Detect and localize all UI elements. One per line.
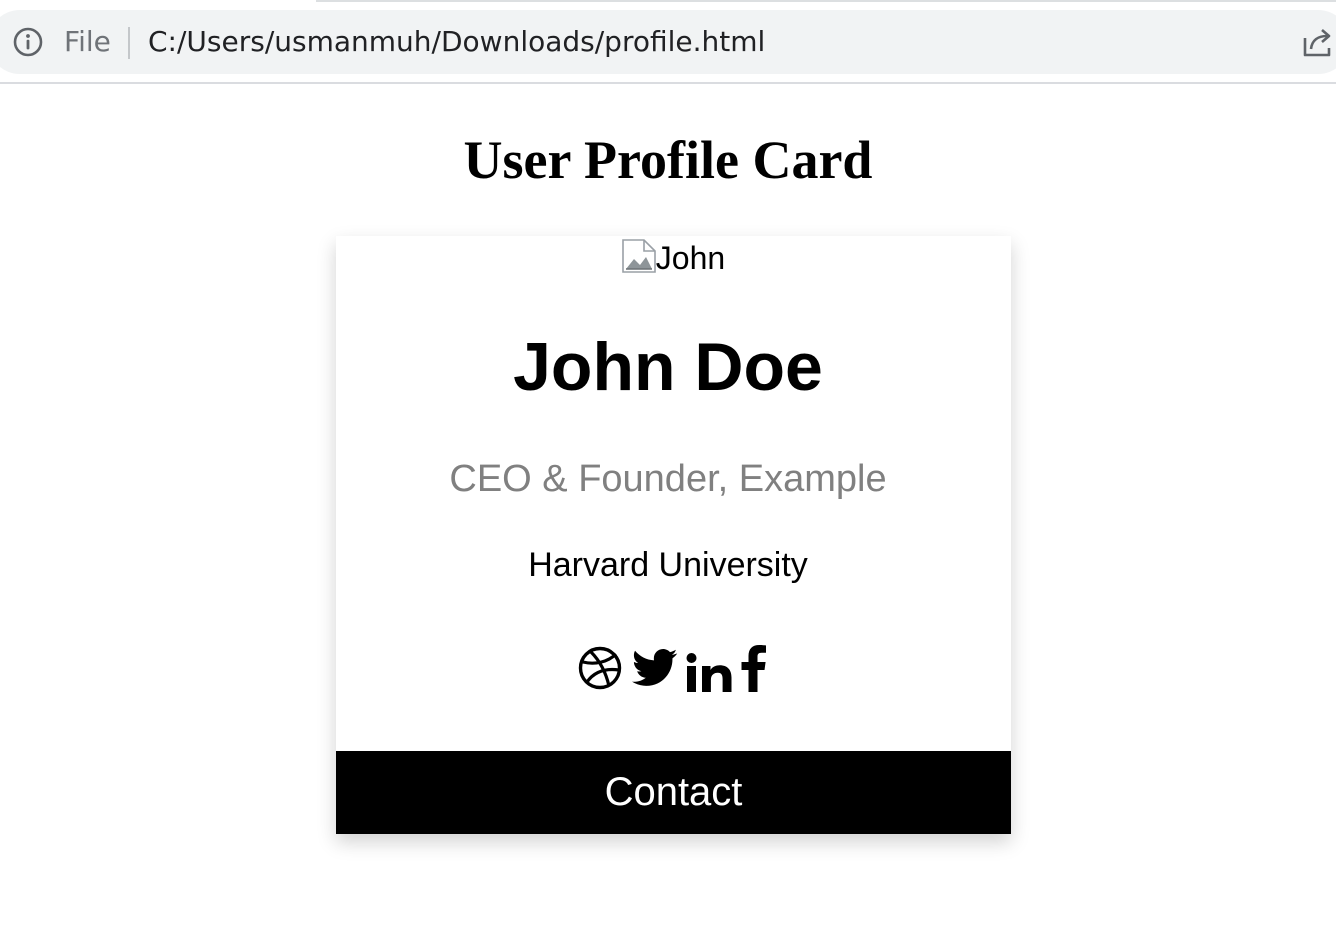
linkedin-link[interactable] xyxy=(686,644,734,694)
twitter-link[interactable] xyxy=(632,648,678,688)
avatar-alt-text: John xyxy=(655,240,726,276)
profile-name: John Doe xyxy=(513,329,823,405)
scheme-separator xyxy=(128,27,130,59)
profile-title: CEO & Founder, Example xyxy=(449,458,887,500)
window-top-edge xyxy=(316,0,1336,2)
toolbar-divider xyxy=(0,82,1336,84)
dribbble-icon xyxy=(578,646,622,690)
scheme-label: File xyxy=(64,25,111,58)
twitter-icon xyxy=(632,649,678,686)
broken-image-icon xyxy=(621,239,656,273)
share-icon[interactable] xyxy=(1300,24,1336,60)
facebook-link[interactable] xyxy=(740,644,768,692)
dribbble-link[interactable] xyxy=(578,646,622,690)
contact-button[interactable]: Contact xyxy=(336,751,1011,834)
info-icon[interactable] xyxy=(12,26,44,58)
linkedin-icon xyxy=(686,653,732,692)
profile-school: Harvard University xyxy=(528,546,808,584)
page-title: User Profile Card xyxy=(463,130,873,190)
url-text[interactable]: C:/Users/usmanmuh/Downloads/profile.html xyxy=(148,24,765,60)
avatar: John xyxy=(336,238,1011,278)
facebook-icon xyxy=(741,645,766,692)
